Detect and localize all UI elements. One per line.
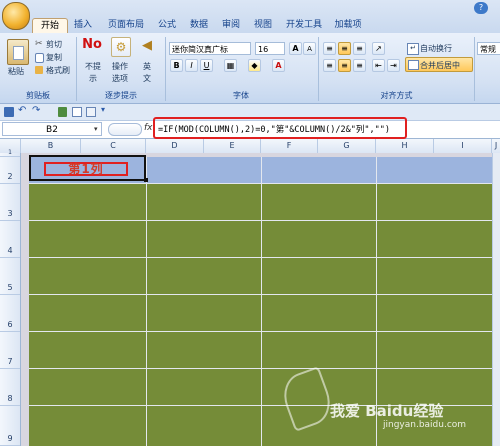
english-label-1[interactable]: 英 xyxy=(143,61,151,72)
name-box-dropdown-icon[interactable]: ▾ xyxy=(94,125,98,133)
format-painter-icon xyxy=(35,66,43,74)
watermark-url: jingyan.baidu.com xyxy=(383,420,467,430)
row-headers: 1 2 3 4 5 6 7 8 9 xyxy=(0,149,21,446)
font-size-combo[interactable]: 16 xyxy=(255,42,285,55)
alignment-group-label: 对齐方式 xyxy=(380,91,413,100)
name-box[interactable]: B2 xyxy=(2,122,102,136)
undo-icon[interactable]: ↶ xyxy=(18,105,26,116)
underline-button[interactable]: U xyxy=(200,59,213,72)
row-header-4[interactable]: 4 xyxy=(0,221,20,258)
grow-font-button[interactable]: A xyxy=(289,42,302,55)
merge-center-label: 合并后居中 xyxy=(420,61,460,70)
increase-indent-icon[interactable]: ⇥ xyxy=(387,59,400,72)
customize-qat-icon[interactable]: ▾ xyxy=(101,105,105,114)
clipboard-group-label: 剪贴板 xyxy=(26,91,50,100)
speaker-icon[interactable]: ◀ xyxy=(140,38,154,54)
align-middle-icon[interactable]: ≡ xyxy=(338,42,351,55)
copy-button[interactable]: 复制 xyxy=(46,52,62,63)
align-center-icon[interactable]: ≡ xyxy=(338,59,351,72)
font-color-icon[interactable]: A xyxy=(272,59,285,72)
tab-add-ins[interactable]: 加载项 xyxy=(330,18,366,33)
formula-expand-button[interactable] xyxy=(108,123,142,136)
preview-icon[interactable] xyxy=(72,107,82,117)
excel-icon[interactable] xyxy=(58,107,67,117)
tab-home[interactable]: 开始 xyxy=(32,18,68,34)
scissors-icon: ✂ xyxy=(35,39,43,49)
align-bottom-icon[interactable]: ≡ xyxy=(353,42,366,55)
paste-button[interactable]: 粘贴 xyxy=(8,66,24,77)
wrap-text-button[interactable]: 自动换行 xyxy=(420,43,452,54)
decrease-indent-icon[interactable]: ⇤ xyxy=(372,59,385,72)
row-header-3[interactable]: 3 xyxy=(0,184,20,221)
merged-cell-h2-i2[interactable] xyxy=(377,157,492,183)
row-header-7[interactable]: 7 xyxy=(0,332,20,369)
column-header-g[interactable]: G xyxy=(318,139,376,153)
column-header-d[interactable]: D xyxy=(146,139,204,153)
paste-icon[interactable] xyxy=(7,39,29,65)
fill-color-icon[interactable]: ◆ xyxy=(248,59,261,72)
font-group-label: 字体 xyxy=(233,91,249,100)
column-header-e[interactable]: E xyxy=(204,139,261,153)
column-headers: B C D E F G H I J xyxy=(0,139,500,154)
bold-button[interactable]: B xyxy=(170,59,183,72)
italic-button[interactable]: I xyxy=(185,59,198,72)
tab-view[interactable]: 视图 xyxy=(250,18,276,33)
tab-developer[interactable]: 开发工具 xyxy=(284,18,324,33)
align-left-icon[interactable]: ≡ xyxy=(323,59,336,72)
office-button[interactable] xyxy=(2,2,30,30)
align-top-icon[interactable]: ≡ xyxy=(323,42,336,55)
options-icon[interactable]: ⚙ xyxy=(111,37,131,57)
english-label-2: 文 xyxy=(143,74,151,83)
borders-icon[interactable]: ▦ xyxy=(224,59,237,72)
step-tips-group-label: 逐步提示 xyxy=(105,91,137,100)
tab-page-layout[interactable]: 页面布局 xyxy=(102,18,150,33)
cut-button[interactable]: 剪切 xyxy=(46,39,62,50)
formula-input[interactable]: =IF(MOD(COLUMN(),2)=0,"第"&COLUMN()/2&"列"… xyxy=(158,123,390,135)
no-prompt-label-1[interactable]: 不提 xyxy=(85,61,101,72)
insert-function-icon[interactable]: fx xyxy=(144,123,153,133)
cell-b2-value: 第1列 xyxy=(68,162,104,176)
number-format-combo[interactable]: 常规 xyxy=(477,42,500,55)
merged-cell-f2-g2[interactable] xyxy=(262,157,376,183)
merge-icon xyxy=(408,60,419,70)
no-prompt-icon[interactable]: No xyxy=(82,37,102,53)
row-header-8[interactable]: 8 xyxy=(0,369,20,406)
column-header-h[interactable]: H xyxy=(376,139,434,153)
copy-icon xyxy=(35,53,44,63)
column-header-b[interactable]: B xyxy=(21,139,81,153)
watermark-title: 我爱 Baidu经验 xyxy=(330,402,444,420)
column-header-c[interactable]: C xyxy=(81,139,146,153)
shrink-font-button[interactable]: A xyxy=(303,42,316,55)
align-right-icon[interactable]: ≡ xyxy=(353,59,366,72)
options-label-2: 选项 xyxy=(112,74,128,83)
print-icon[interactable] xyxy=(86,107,96,117)
fill-handle[interactable] xyxy=(144,178,148,182)
column-header-i[interactable]: I xyxy=(434,139,492,153)
tab-data[interactable]: 数据 xyxy=(186,18,212,33)
row-header-2[interactable]: 2 xyxy=(0,157,20,184)
help-icon[interactable]: ? xyxy=(474,2,488,14)
tab-review[interactable]: 审阅 xyxy=(218,18,244,33)
vertical-scrollbar[interactable] xyxy=(492,153,500,446)
tab-formulas[interactable]: 公式 xyxy=(154,18,180,33)
options-label-1[interactable]: 操作 xyxy=(112,61,128,72)
format-painter-button[interactable]: 格式刷 xyxy=(46,65,70,76)
row-header-6[interactable]: 6 xyxy=(0,295,20,332)
font-name-combo[interactable]: 迷你简汉真广标 xyxy=(169,42,251,55)
merged-cell-d2-e2[interactable] xyxy=(147,157,261,183)
no-prompt-label-2: 示 xyxy=(89,74,97,83)
column-header-f[interactable]: F xyxy=(261,139,318,153)
save-icon[interactable] xyxy=(4,107,14,117)
orientation-icon[interactable]: ↗ xyxy=(372,42,385,55)
ribbon: 粘贴 ✂ 剪切 复制 格式刷 剪贴板 No 不提 示 ⚙ 操作 选项 ◀ 英 文… xyxy=(0,33,500,104)
row-header-9[interactable]: 9 xyxy=(0,406,20,446)
column-header-j[interactable]: J xyxy=(492,139,500,153)
row-header-5[interactable]: 5 xyxy=(0,258,20,295)
redo-icon[interactable]: ↷ xyxy=(32,105,40,116)
tab-insert[interactable]: 插入 xyxy=(70,18,96,33)
ribbon-tab-bar: 开始 插入 页面布局 公式 数据 审阅 视图 开发工具 加载项 ? xyxy=(0,0,500,34)
wrap-text-icon: ↵ xyxy=(407,43,419,55)
